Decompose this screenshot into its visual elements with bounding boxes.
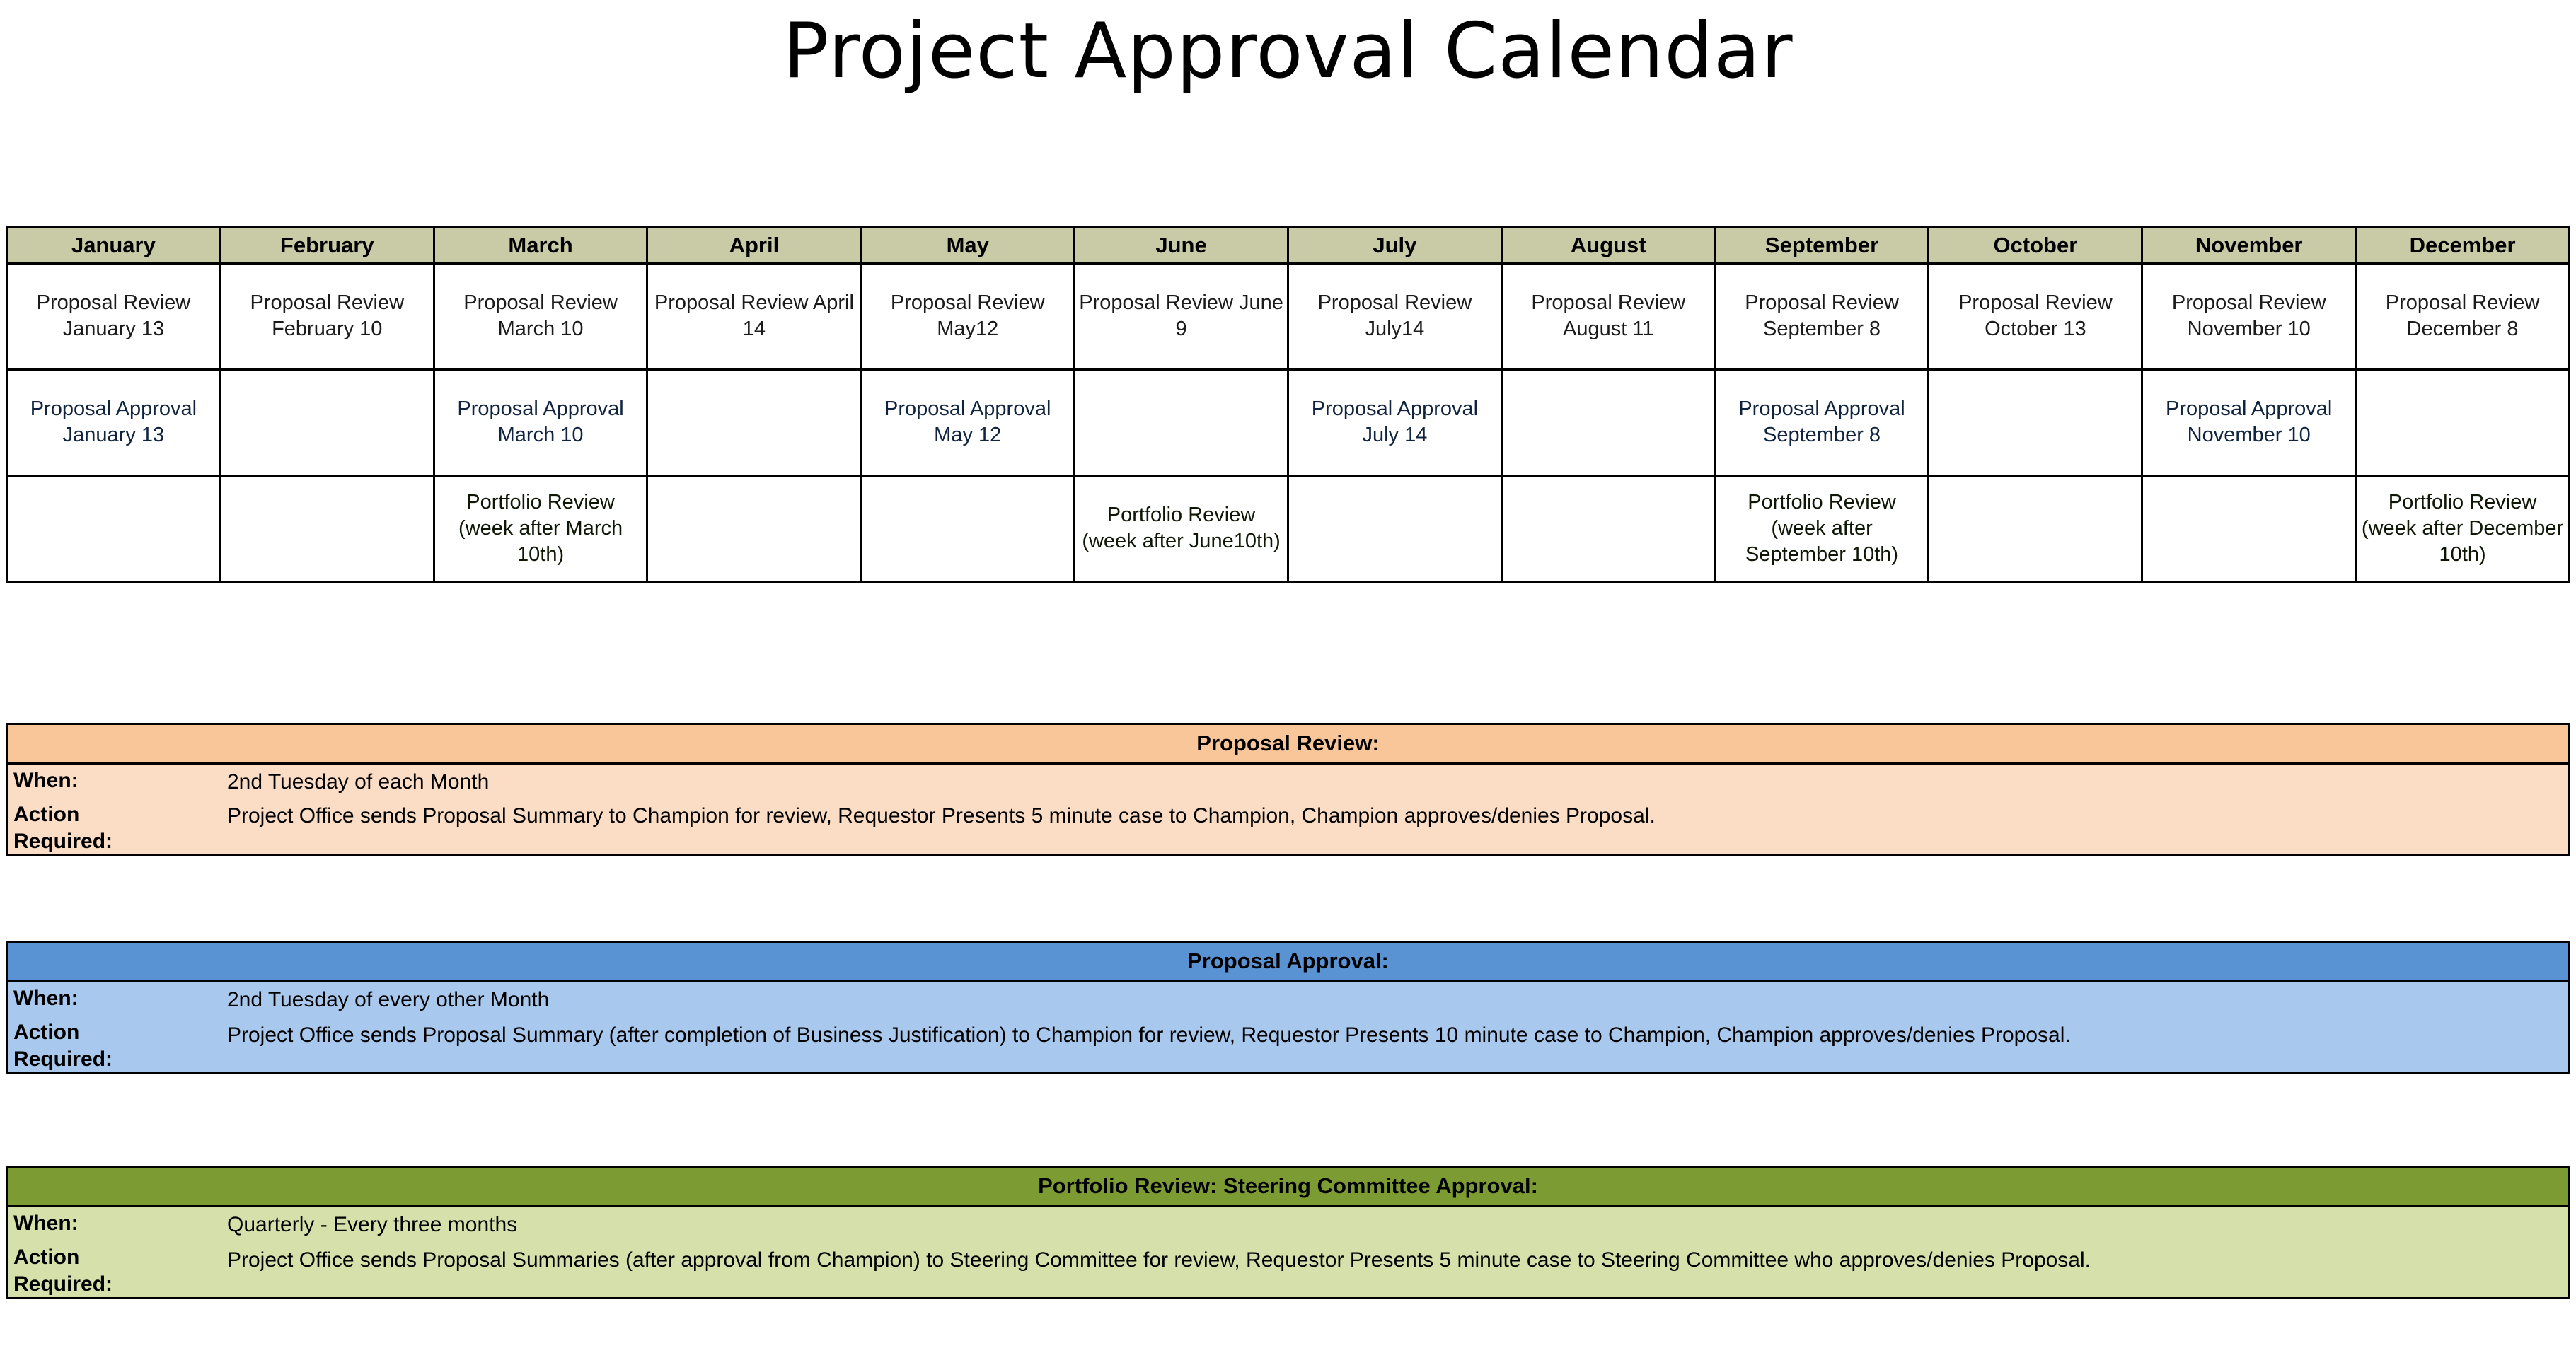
legend-action-value: Project Office sends Proposal Summary (a… [227,1023,2071,1047]
calendar-table-container: January February March April May June Ju… [6,226,2570,583]
calendar-cell[interactable] [1500,474,1716,583]
legend-proposal-review: Proposal Review: When: 2nd Tuesday of ea… [6,723,2570,857]
calendar-cell[interactable]: Proposal Review June 9 [1073,262,1289,371]
calendar-cell[interactable] [2141,474,2357,583]
month-header-december: December [2355,226,2570,265]
month-header-september: September [1714,226,1930,265]
month-header-january: January [6,226,221,265]
calendar-cell[interactable] [2355,368,2570,477]
calendar-cell[interactable]: Proposal Approval March 10 [432,368,649,477]
calendar-cell[interactable] [219,368,435,477]
legend-body: When: 2nd Tuesday of every other Month A… [8,982,2568,1073]
legend-portfolio-review: Portfolio Review: Steering Committee App… [6,1166,2570,1300]
legend-heading: Portfolio Review: Steering Committee App… [8,1168,2568,1207]
legend-proposal-approval: Proposal Approval: When: 2nd Tuesday of … [6,941,2570,1075]
calendar-cell[interactable]: Proposal Review October 13 [1927,262,2144,371]
legend-action-label: Action Required: [13,1020,113,1071]
month-header-february: February [219,226,435,265]
calendar-cell[interactable]: Proposal Review January 13 [6,262,221,371]
calendar-cell[interactable]: Portfolio Review (week after June10th) [1073,474,1289,583]
calendar-table: January February March April May June Ju… [6,226,2570,583]
calendar-cell[interactable]: Proposal Review September 8 [1714,262,1930,371]
month-header-august: August [1500,226,1716,265]
legend-action-value: Project Office sends Proposal Summaries … [227,1248,2091,1272]
month-header-july: July [1286,226,1503,265]
month-header-october: October [1927,226,2144,265]
legend-action-row: Action Required: Project Office sends Pr… [8,1243,2568,1298]
calendar-cell[interactable]: Portfolio Review (week after March 10th) [432,474,649,583]
calendar-cell[interactable]: Proposal Approval July 14 [1286,368,1503,477]
calendar-cell[interactable]: Proposal Approval May 12 [860,368,1076,477]
legend-action-label: Action Required: [13,1245,113,1296]
calendar-cell[interactable] [1073,368,1289,477]
legend-when-label: When: [13,1212,79,1235]
calendar-header-row: January February March April May June Ju… [6,226,2570,265]
calendar-cell[interactable] [1927,474,2144,583]
legend-body: When: Quarterly - Every three months Act… [8,1207,2568,1298]
table-row: Portfolio Review (week after March 10th)… [6,474,2570,583]
project-approval-calendar-page: Project Approval Calendar January Februa… [0,0,2576,1353]
calendar-cell[interactable]: Proposal Review August 11 [1500,262,1716,371]
table-row: Proposal Review January 13 Proposal Revi… [6,262,2570,371]
calendar-cell[interactable]: Proposal Approval January 13 [6,368,221,477]
calendar-cell[interactable]: Proposal Review March 10 [432,262,649,371]
calendar-cell[interactable]: Proposal Review April 14 [646,262,862,371]
legend-action-label: Action Required: [13,802,113,853]
month-header-june: June [1073,226,1289,265]
month-header-november: November [2141,226,2357,265]
legend-action-value: Project Office sends Proposal Summary to… [227,803,1656,828]
legend-when-row: When: 2nd Tuesday of each Month [8,765,2568,800]
calendar-cell[interactable]: Proposal Approval September 8 [1714,368,1930,477]
calendar-cell[interactable]: Proposal Review July14 [1286,262,1503,371]
table-row: Proposal Approval January 13 Proposal Ap… [6,368,2570,477]
legend-when-label: When: [13,769,79,792]
calendar-cell[interactable] [1500,368,1716,477]
calendar-cell[interactable] [646,368,862,477]
calendar-cell[interactable]: Portfolio Review (week after September 1… [1714,474,1930,583]
calendar-cell[interactable]: Proposal Review February 10 [219,262,435,371]
legend-when-value: 2nd Tuesday of each Month [227,770,490,794]
calendar-cell[interactable]: Portfolio Review (week after December 10… [2355,474,2570,583]
month-header-april: April [646,226,862,265]
page-title: Project Approval Calendar [782,7,1794,95]
calendar-cell[interactable]: Proposal Review May12 [860,262,1076,371]
legend-heading: Proposal Approval: [8,943,2568,982]
legend-heading: Proposal Review: [8,725,2568,765]
legend-when-row: When: 2nd Tuesday of every other Month [8,982,2568,1018]
calendar-cell[interactable] [860,474,1076,583]
legend-when-value: 2nd Tuesday of every other Month [227,988,550,1011]
calendar-cell[interactable] [6,474,221,583]
calendar-cell[interactable] [646,474,862,583]
legend-action-row: Action Required: Project Office sends Pr… [8,1018,2568,1073]
month-header-may: May [860,226,1076,265]
legend-when-value: Quarterly - Every three months [227,1213,518,1236]
calendar-cell[interactable]: Proposal Approval November 10 [2141,368,2357,477]
calendar-cell[interactable] [219,474,435,583]
legend-when-row: When: Quarterly - Every three months [8,1207,2568,1243]
calendar-cell[interactable]: Proposal Review December 8 [2355,262,2570,371]
month-header-march: March [432,226,649,265]
legend-action-row: Action Required: Project Office sends Pr… [8,800,2568,855]
calendar-cell[interactable] [1927,368,2144,477]
calendar-cell[interactable] [1286,474,1503,583]
calendar-cell[interactable]: Proposal Review November 10 [2141,262,2357,371]
legend-body: When: 2nd Tuesday of each Month Action R… [8,765,2568,855]
legend-when-label: When: [13,987,79,1010]
